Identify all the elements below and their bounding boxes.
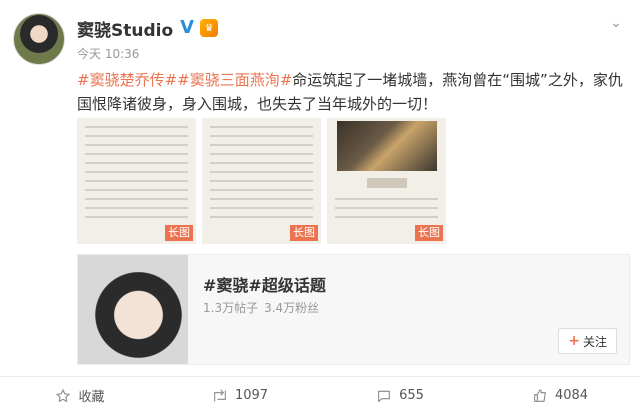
account-name[interactable]: 窦骁Studio	[77, 16, 173, 41]
comment-button[interactable]: 655	[320, 377, 480, 414]
follow-label: 关注	[582, 334, 607, 349]
plus-icon: +	[568, 333, 580, 349]
topic-fans-count: 3.4万粉丝	[264, 301, 320, 315]
long-image-badge: 长图	[415, 225, 443, 241]
favorite-button[interactable]: 收藏	[0, 377, 160, 414]
long-image-badge: 长图	[165, 225, 193, 241]
post-text: #窦骁楚乔传##窦骁三面燕洵#命运筑起了一堵城墙，燕洵曾在“围城”之外，家仇 国…	[77, 68, 627, 116]
topic-card[interactable]: #窦骁#超级话题 1.3万帖子 3.4万粉丝 + 关注	[77, 254, 630, 365]
comment-icon	[378, 390, 390, 402]
repost-count: 1097	[234, 388, 269, 403]
avatar[interactable]	[13, 13, 65, 65]
hashtag-link[interactable]: #窦骁楚乔传#	[77, 71, 177, 89]
like-count: 4084	[554, 388, 589, 403]
favorite-label: 收藏	[78, 390, 105, 405]
chevron-down-icon[interactable]: ⌄	[609, 16, 623, 30]
post-text-line1: 命运筑起了一堵城墙，燕洵曾在“围城”之外，家仇	[292, 71, 623, 89]
account-header: 窦骁Studio V ♛	[77, 16, 219, 41]
like-button[interactable]: 4084	[480, 377, 640, 414]
topic-image	[78, 255, 188, 364]
hashtag-link[interactable]: #窦骁三面燕洵#	[177, 71, 292, 89]
image-thumbnail[interactable]: 长图	[77, 118, 196, 244]
vip-badge-icon: ♛	[200, 19, 219, 37]
verified-icon: V	[180, 17, 195, 38]
topic-title: #窦骁#超级话题	[203, 276, 326, 295]
long-image-badge: 长图	[290, 225, 318, 241]
repost-button[interactable]: 1097	[160, 377, 320, 414]
action-bar: 收藏 1097 655 4084	[0, 376, 640, 414]
repost-icon	[214, 389, 226, 401]
topic-posts-count: 1.3万帖子	[203, 301, 259, 315]
image-thumbnail[interactable]: 长图	[327, 118, 446, 244]
image-thumbnail[interactable]: 长图	[202, 118, 321, 244]
follow-button[interactable]: + 关注	[558, 328, 617, 354]
topic-stats: 1.3万帖子 3.4万粉丝	[203, 299, 319, 316]
post-time: 今天 10:36	[77, 47, 140, 61]
post-text-line2: 国恨降诸彼身，身入围城，也失去了当年城外的一切！	[77, 95, 438, 113]
star-icon	[56, 388, 71, 402]
thumbs-up-icon	[534, 388, 546, 402]
comment-count: 655	[399, 388, 424, 403]
